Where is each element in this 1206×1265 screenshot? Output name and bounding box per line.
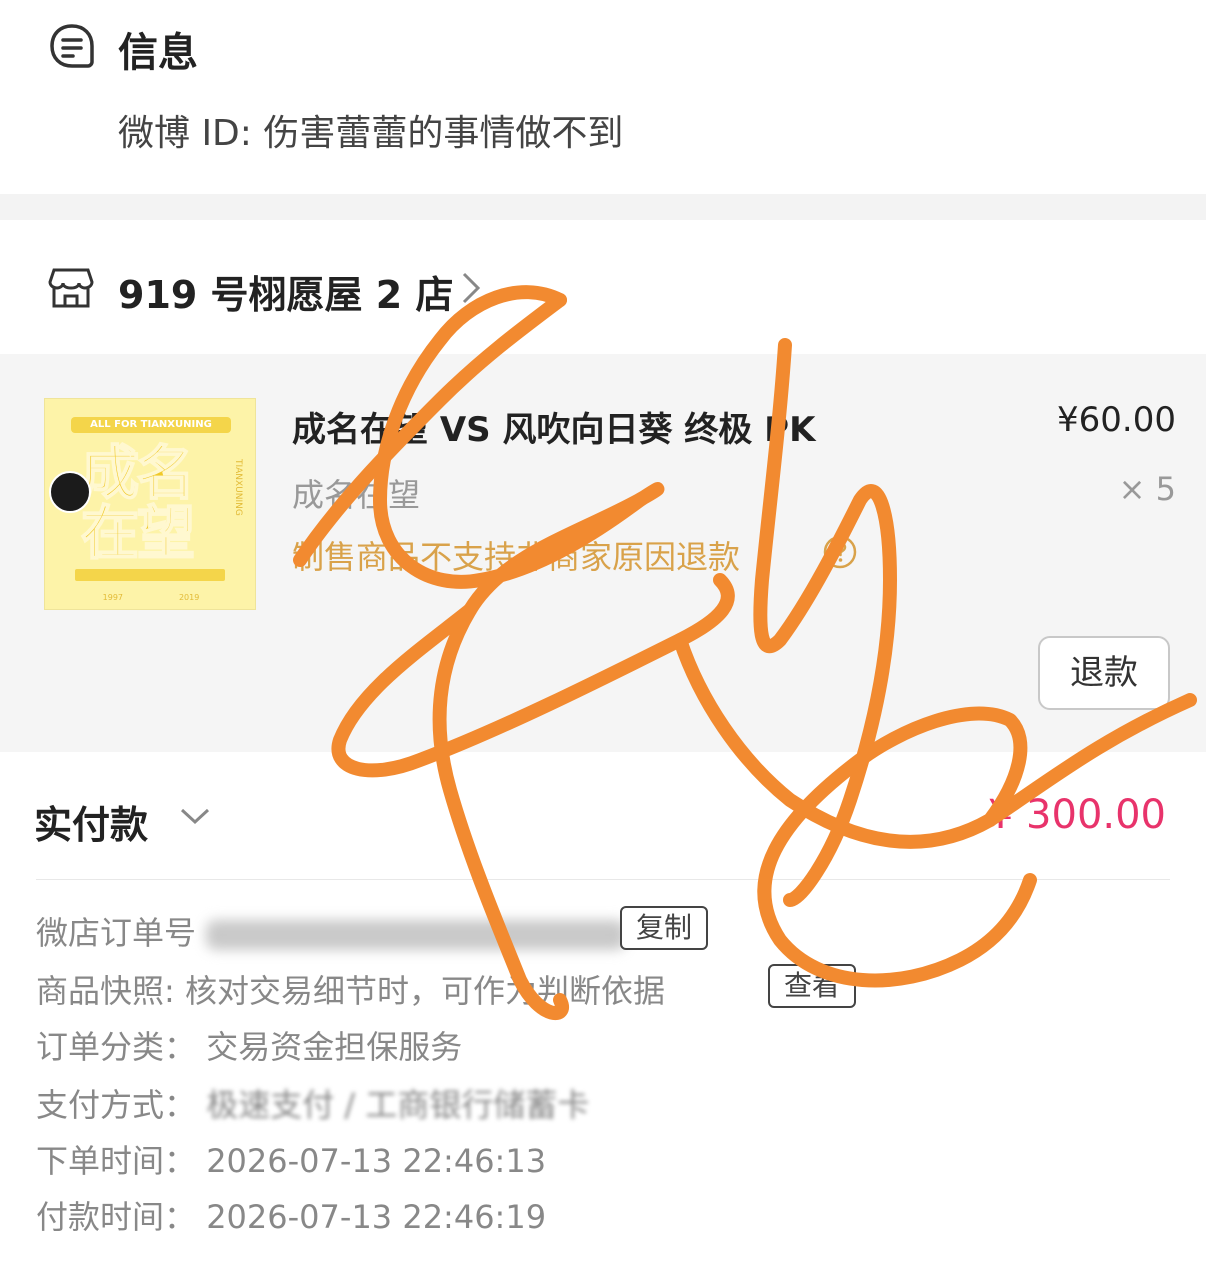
paid-label: 实付款 xyxy=(34,803,149,847)
shop-row[interactable]: 919 号栩愿屋 2 店 xyxy=(0,220,1206,354)
refund-button[interactable]: 退款 xyxy=(1038,636,1170,710)
snapshot-text: 核对交易细节时，可作为判断依据 xyxy=(184,972,665,1010)
product-variant: 成名在望 xyxy=(292,476,421,514)
chevron-down-icon[interactable] xyxy=(178,804,212,828)
paid-amount: ¥ 300.00 xyxy=(987,792,1166,838)
order-number-redacted xyxy=(206,920,627,950)
thumbnail-title: 成名在望 xyxy=(80,439,196,567)
product-card[interactable]: ALL FOR TIANXUNING 成名在望 TIANXUNING 1997 … xyxy=(0,354,1206,752)
thumbnail-banner: ALL FOR TIANXUNING xyxy=(71,417,231,433)
thumbnail-year-right: 2019 xyxy=(178,593,200,602)
info-section: 信息 微博 ID: 伤害蕾蕾的事情做不到 xyxy=(0,0,1206,194)
store-icon xyxy=(48,268,94,308)
chevron-right-icon[interactable] xyxy=(458,270,484,306)
thumbnail-strip xyxy=(75,569,225,581)
thumbnail-avatar xyxy=(49,471,91,513)
snapshot-label: 商品快照: xyxy=(36,972,175,1010)
thumbnail-year-left: 1997 xyxy=(102,593,124,602)
info-title: 信息 xyxy=(118,30,198,76)
pay-time-row: 付款时间： 2026-07-13 22:46:19 xyxy=(36,1192,546,1238)
category-label: 订单分类： xyxy=(36,1028,197,1066)
message-icon xyxy=(50,24,94,68)
help-icon[interactable] xyxy=(822,534,858,570)
section-gap xyxy=(0,194,1206,220)
product-thumbnail[interactable]: ALL FOR TIANXUNING 成名在望 TIANXUNING 1997 … xyxy=(44,398,256,610)
product-quantity: × 5 xyxy=(1118,470,1176,508)
pay-method-row: 支付方式： 极速支付 / 工商银行储蓄卡 xyxy=(36,1080,589,1126)
weibo-id: 微博 ID: 伤害蕾蕾的事情做不到 xyxy=(118,113,624,154)
category-row: 订单分类： 交易资金担保服务 xyxy=(36,1022,462,1068)
paid-row[interactable]: 实付款 ¥ 300.00 xyxy=(0,752,1206,880)
order-time-row: 下单时间： 2026-07-13 22:46:13 xyxy=(36,1136,546,1182)
pay-method-value: 极速支付 / 工商银行储蓄卡 xyxy=(206,1086,590,1124)
product-price: ¥60.00 xyxy=(1057,400,1176,440)
category-value: 交易资金担保服务 xyxy=(206,1028,463,1066)
product-title: 成名在望 VS 风吹向日葵 终极 PK xyxy=(292,410,816,450)
thumbnail-footer: 1997 2019 xyxy=(45,593,255,609)
view-snapshot-button[interactable]: 查看 xyxy=(768,964,856,1008)
pay-time-value: 2026-07-13 22:46:19 xyxy=(206,1198,547,1236)
snapshot-row: 商品快照: 核对交易细节时，可作为判断依据 xyxy=(36,966,665,1012)
copy-button[interactable]: 复制 xyxy=(620,906,708,950)
order-number-row: 微店订单号 xyxy=(36,908,627,954)
shop-name[interactable]: 919 号栩愿屋 2 店 xyxy=(118,264,453,319)
pay-time-label: 付款时间： xyxy=(36,1198,197,1236)
thumbnail-side-text: TIANXUNING xyxy=(233,459,243,516)
order-time-value: 2026-07-13 22:46:13 xyxy=(206,1142,547,1180)
pay-method-label: 支付方式： xyxy=(36,1086,197,1124)
order-time-label: 下单时间： xyxy=(36,1142,197,1180)
order-number-label: 微店订单号 xyxy=(36,914,197,952)
refund-notice: 制售商品不支持非商家原因退款 xyxy=(292,538,741,576)
